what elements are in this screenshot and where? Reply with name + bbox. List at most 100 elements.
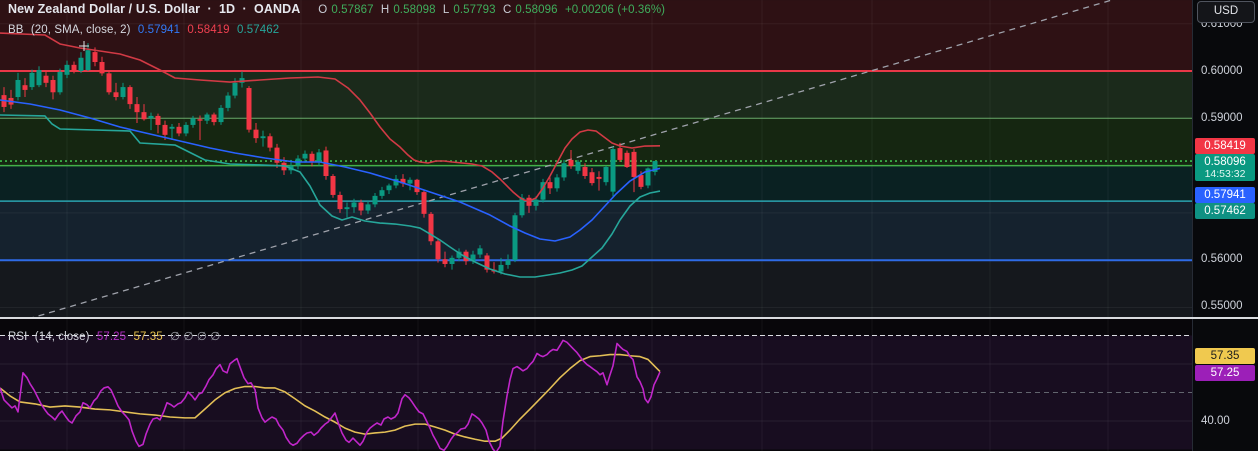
bb-lower-value: 0.57462 (236, 24, 280, 36)
candle-body (120, 87, 126, 98)
candle-body (15, 79, 21, 98)
candle-body (428, 213, 434, 242)
price-axis-label: 0.59000 (1201, 112, 1243, 124)
candle-body (568, 159, 574, 167)
candle-body (253, 129, 259, 139)
candle-body (631, 151, 637, 177)
bb-upper-value: 0.58419 (187, 24, 230, 36)
candle-body (533, 199, 539, 206)
price-zone (0, 201, 1192, 261)
symbol-legend-row[interactable]: New Zealand Dollar / U.S. Dollar · 1D · … (8, 2, 669, 16)
candle-body (379, 190, 385, 196)
rsi-params: (14, close) (34, 331, 90, 343)
candle-body (106, 73, 112, 93)
symbol-title[interactable]: New Zealand Dollar / U.S. Dollar (8, 2, 200, 16)
bb-indicator-legend-row[interactable]: BB (20, SMA, close, 2) 0.57941 0.58419 0… (8, 24, 283, 36)
close-value: 0.58096 (515, 4, 558, 16)
candle-body (316, 152, 322, 162)
candle-body (218, 107, 224, 123)
pane-separator-handle[interactable] (0, 317, 1258, 319)
currency-unit-button[interactable]: USD (1197, 1, 1255, 23)
title-separator-1: · (207, 2, 212, 16)
candle-body (547, 182, 553, 189)
candle-body (57, 71, 63, 93)
candle-body (211, 114, 217, 123)
candle-body (358, 202, 364, 211)
rsi-name: RSI (8, 331, 28, 343)
open-label: O (318, 4, 328, 16)
candle-body (351, 202, 357, 208)
candle-body (78, 57, 84, 71)
candle-body (92, 52, 98, 63)
candle-body (71, 64, 77, 71)
price-scale-axis[interactable]: 0.61000 0.60000 0.59000 0.56000 0.55000 40.00… (1192, 0, 1258, 451)
bb-name: BB (8, 24, 24, 36)
candle-body (64, 64, 70, 75)
rsi-indicator-legend-row[interactable]: RSI (14, close) 57.25 57.35 ∅ ∅ ∅ ∅ (8, 329, 224, 343)
candle-body (155, 115, 161, 125)
candle-body (22, 85, 28, 90)
trading-chart-window: New Zealand Dollar / U.S. Dollar · 1D · … (0, 0, 1258, 451)
candle-body (554, 177, 560, 189)
candle-body (127, 87, 133, 105)
candle-body (421, 192, 427, 214)
candle-body (134, 104, 140, 113)
price-axis-label: 40.00 (1201, 415, 1230, 427)
price-zone (0, 260, 1192, 318)
candle-body (603, 167, 609, 183)
candle-body (43, 75, 49, 83)
candle-body (505, 260, 511, 265)
rsi-value-yellow: 57.35 (133, 331, 163, 343)
candle-body (232, 82, 238, 96)
candle-body (414, 179, 420, 193)
bb-basis-value: 0.57941 (137, 24, 181, 36)
candle-body (624, 152, 630, 168)
candle-body (337, 194, 343, 210)
candle-body (596, 176, 602, 179)
candle-body (113, 92, 119, 98)
candle-body (561, 163, 567, 178)
candle-body (148, 115, 154, 119)
candle-body (99, 62, 105, 74)
candle-body (246, 88, 252, 130)
price-axis-badge: 0.58096 14:53:32 (1195, 154, 1255, 181)
bb-params: (20, SMA, close, 2) (30, 24, 131, 36)
candle-body (589, 172, 595, 184)
chart-canvas[interactable] (0, 0, 1258, 451)
candle-body (365, 204, 371, 211)
rsi-axis-badge: 57.35 (1195, 348, 1255, 364)
high-value: 0.58098 (393, 4, 436, 16)
candle-body (183, 124, 189, 134)
interval-label[interactable]: 1D (219, 2, 235, 16)
candle-body (498, 264, 504, 272)
candle-body (197, 119, 203, 121)
candle-body (617, 148, 623, 160)
candle-body (330, 176, 336, 195)
candle-body (50, 79, 56, 93)
price-axis-badge: 0.57941 (1195, 187, 1255, 203)
rsi-empty-values: ∅ ∅ ∅ ∅ (170, 331, 221, 343)
change-value: +0.00206 (+0.36%) (564, 4, 666, 16)
candle-body (225, 95, 231, 108)
candle-body (85, 50, 91, 71)
price-zone (0, 165, 1192, 202)
close-label: C (502, 4, 512, 16)
candle-body (36, 70, 42, 86)
high-label: H (380, 4, 390, 16)
candle-body (309, 153, 315, 162)
price-axis-badge: 0.57462 (1195, 203, 1255, 219)
price-axis-label: 0.56000 (1201, 253, 1243, 265)
exchange-label: OANDA (254, 2, 301, 16)
low-label: L (442, 4, 450, 16)
open-value: 0.57867 (331, 4, 374, 16)
rsi-value-purple: 57.25 (96, 331, 127, 343)
candle-body (582, 167, 588, 177)
candle-body (204, 114, 210, 121)
candle-body (302, 153, 308, 159)
candle-body (162, 124, 168, 135)
candle-body (190, 118, 196, 125)
candle-body (407, 179, 413, 184)
price-axis-label: 0.60000 (1201, 65, 1243, 77)
candle-body (575, 161, 581, 171)
price-axis-badge: 0.58419 (1195, 138, 1255, 154)
